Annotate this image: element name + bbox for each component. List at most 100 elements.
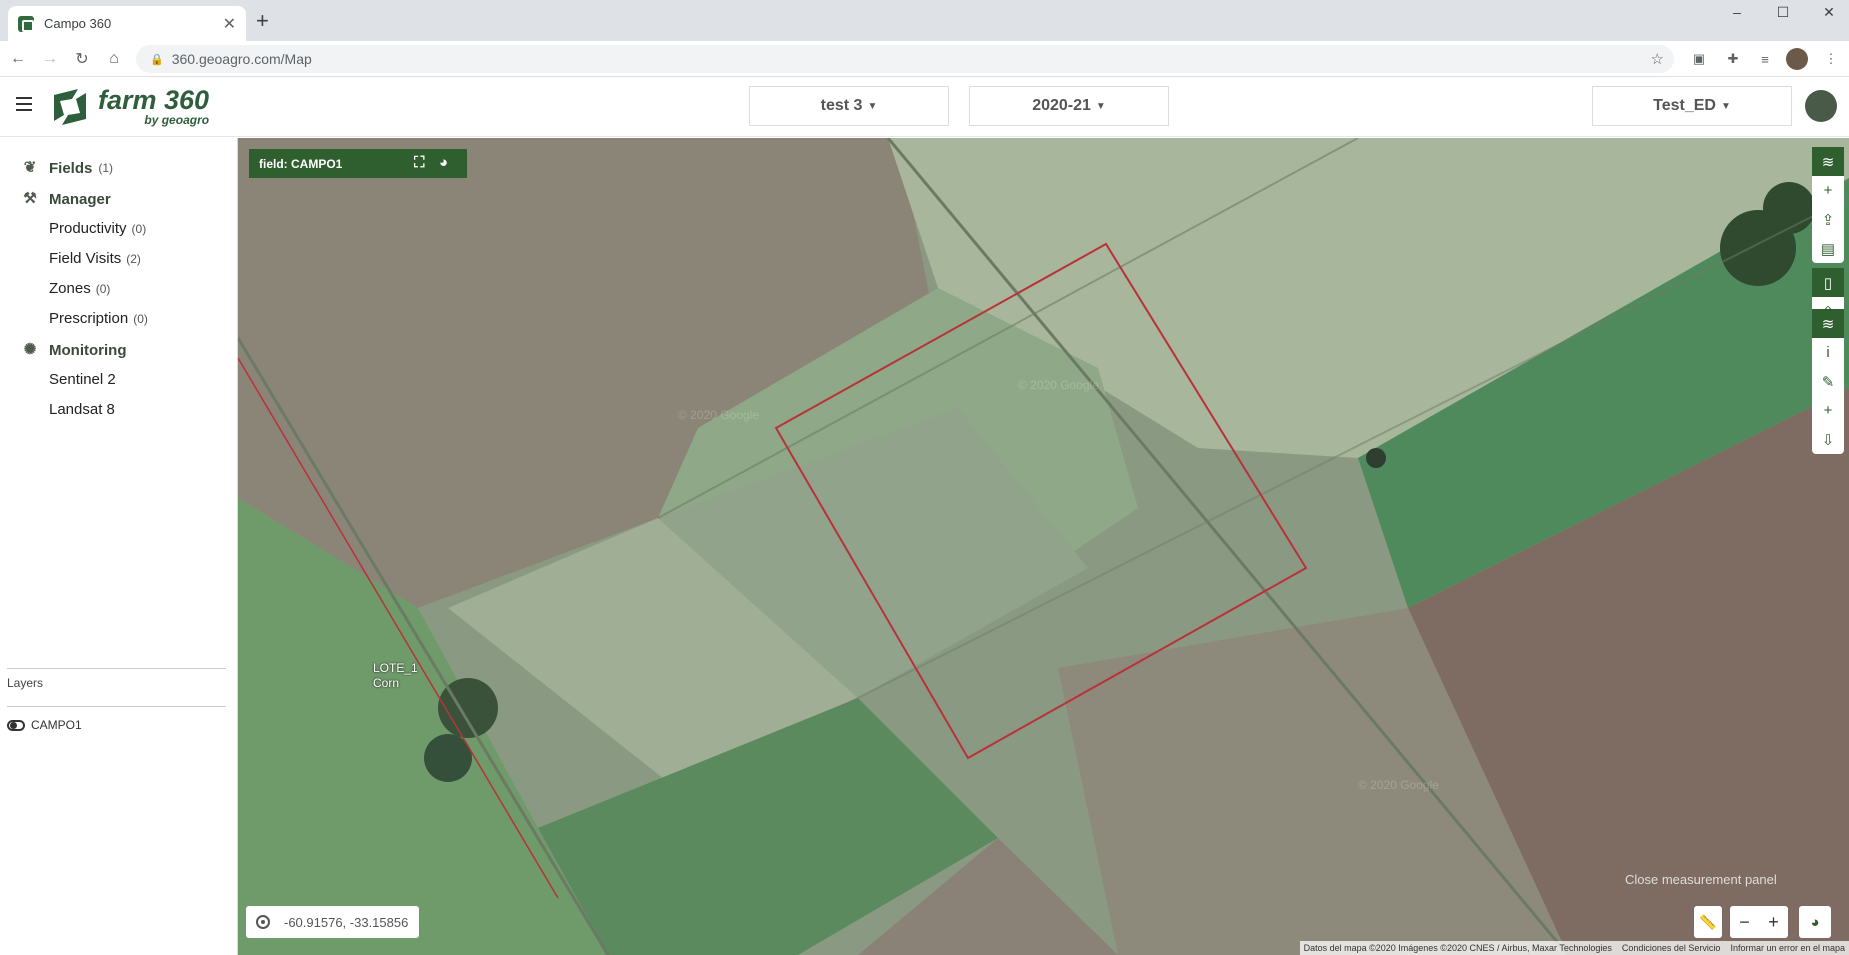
- terms-link[interactable]: Condiciones del Servicio: [1622, 943, 1721, 953]
- measure-ruler-button[interactable]: 📏: [1694, 906, 1722, 938]
- ruler-icon: 📏: [1699, 913, 1717, 930]
- sidebar-item-count: (1): [98, 161, 114, 175]
- layer-item-campo1[interactable]: CAMPO1: [7, 718, 82, 732]
- farm-dropdown-label: test 3: [820, 97, 863, 114]
- hamburger-menu-icon[interactable]: [16, 97, 32, 111]
- sprout-icon: ❦: [23, 159, 37, 176]
- toolbar-group-layers: ≋ i ✎ + ⇩: [1812, 309, 1844, 454]
- divider: [7, 706, 226, 707]
- sidebar-item-monitoring[interactable]: ✺ Monitoring: [20, 340, 127, 360]
- mobile-icon[interactable]: ▯: [1812, 268, 1844, 297]
- layers-title: Layers: [7, 676, 44, 690]
- sidebar-item-label: Manager: [49, 190, 111, 208]
- report-error-link[interactable]: Informar un error en el mapa: [1730, 943, 1845, 953]
- map-attribution: Datos del mapa ©2020 Imágenes ©2020 CNES…: [1299, 941, 1849, 955]
- puzzle-icon[interactable]: ✚: [1722, 48, 1744, 70]
- zoom-out-button[interactable]: −: [1739, 912, 1750, 933]
- divider: [7, 668, 226, 669]
- palette-icon: ◕: [1810, 913, 1820, 931]
- add-icon[interactable]: +: [1812, 176, 1844, 205]
- document-icon[interactable]: ▤: [1812, 234, 1844, 263]
- sidebar: ❦ Fields (1) ⚒ Manager Productivity (0) F…: [0, 138, 238, 955]
- close-window-button[interactable]: ✕: [1806, 0, 1849, 24]
- extension-icon[interactable]: ▣: [1688, 48, 1710, 70]
- season-dropdown[interactable]: 2020-21 ▼: [969, 86, 1169, 126]
- forward-icon[interactable]: →: [38, 47, 62, 71]
- sidebar-item-landsat-8[interactable]: Landsat 8: [49, 401, 115, 418]
- caret-down-icon: ▼: [1720, 100, 1731, 112]
- sidebar-item-label: Monitoring: [49, 341, 127, 359]
- basemap-palette-button[interactable]: ◕: [1799, 906, 1831, 938]
- reload-icon[interactable]: ↻: [70, 47, 94, 71]
- add-icon[interactable]: +: [1812, 396, 1844, 425]
- toolbar-group-fields: ≋ + ⇪ ▤: [1812, 147, 1844, 263]
- sidebar-item-sentinel-2[interactable]: Sentinel 2: [49, 371, 116, 388]
- logo-text: farm 360: [98, 85, 210, 115]
- sidebar-item-label: Productivity: [49, 220, 127, 237]
- farmer-icon: ⚒: [23, 190, 37, 207]
- coordinates-display[interactable]: -60.91576, -33.15856: [246, 906, 419, 938]
- sidebar-item-label: Prescription: [49, 310, 129, 327]
- caret-down-icon: ▼: [867, 100, 878, 112]
- fullscreen-icon[interactable]: ⛶: [414, 154, 425, 171]
- coordinates-text: -60.91576, -33.15856: [284, 914, 409, 930]
- sidebar-item-prescription[interactable]: Prescription (0): [49, 310, 148, 327]
- menu-kebab-icon[interactable]: ⋮: [1820, 48, 1842, 70]
- home-icon[interactable]: ⌂: [102, 47, 126, 71]
- sidebar-item-field-visits[interactable]: Field Visits (2): [49, 250, 141, 267]
- palette-icon[interactable]: ◕: [439, 154, 448, 171]
- maximize-button[interactable]: ☐: [1760, 0, 1806, 24]
- lock-icon: 🔒: [150, 53, 164, 66]
- farm-dropdown[interactable]: test 3 ▼: [749, 86, 949, 126]
- sidebar-item-manager[interactable]: ⚒ Manager: [20, 189, 111, 209]
- edit-pencil-icon[interactable]: ✎: [1812, 367, 1844, 396]
- layer-label: CAMPO1: [31, 718, 82, 732]
- url-text: 360.geoagro.com/Map: [171, 51, 312, 67]
- sidebar-item-count: (0): [131, 222, 147, 236]
- favicon-icon: [18, 15, 34, 32]
- back-icon[interactable]: ←: [6, 47, 30, 71]
- map-canvas[interactable]: © 2020 Google © 2020 Google © 2020 Googl…: [238, 138, 1849, 955]
- sidebar-item-productivity[interactable]: Productivity (0): [49, 220, 146, 237]
- user-dropdown[interactable]: Test_ED ▼: [1592, 86, 1792, 126]
- layers-icon[interactable]: ≋: [1812, 147, 1844, 176]
- close-tab-icon[interactable]: ✕: [223, 14, 236, 34]
- sidebar-item-label: Zones: [49, 280, 91, 297]
- sidebar-item-fields[interactable]: ❦ Fields (1): [20, 158, 113, 178]
- caret-down-icon: ▼: [1095, 100, 1106, 112]
- lot-name: LOTE_1: [373, 661, 418, 675]
- layer-toggle[interactable]: [7, 719, 25, 731]
- lot-label: LOTE_1 Corn: [373, 661, 418, 691]
- tab-title: Campo 360: [44, 16, 112, 31]
- close-measurement-panel[interactable]: Close measurement panel: [1625, 872, 1777, 887]
- logo[interactable]: farm 360 by geoagro: [48, 85, 209, 129]
- browser-tab[interactable]: Campo 360 ✕: [8, 6, 246, 41]
- crosshair-icon[interactable]: [254, 913, 272, 931]
- zoom-control: − +: [1730, 906, 1788, 938]
- address-bar-row: ← → ↻ ⌂ 🔒 360.geoagro.com/Map ☆ ▣ ✚ ≡ ⋮: [0, 41, 1849, 77]
- user-dropdown-label: Test_ED: [1653, 97, 1716, 114]
- app-header: farm 360 by geoagro test 3 ▼ 2020-21 ▼ Tes…: [0, 77, 1849, 137]
- sidebar-item-label: Landsat 8: [49, 401, 115, 418]
- sidebar-item-zones[interactable]: Zones (0): [49, 280, 110, 297]
- season-dropdown-label: 2020-21: [1032, 97, 1091, 114]
- minimize-button[interactable]: –: [1714, 0, 1760, 24]
- user-avatar[interactable]: [1805, 90, 1837, 122]
- sidebar-item-label: Fields: [49, 159, 93, 177]
- sidebar-item-count: (0): [133, 312, 148, 326]
- url-input[interactable]: 🔒 360.geoagro.com/Map ☆: [136, 45, 1674, 73]
- new-tab-button[interactable]: +: [256, 10, 269, 32]
- satellite-icon: ✺: [23, 341, 37, 358]
- info-icon[interactable]: i: [1812, 338, 1844, 367]
- profile-avatar[interactable]: [1786, 48, 1808, 70]
- upload-icon[interactable]: ⇪: [1812, 205, 1844, 234]
- satellite-imagery: [238, 138, 1849, 955]
- zoom-in-button[interactable]: +: [1768, 912, 1779, 933]
- media-icon[interactable]: ≡: [1754, 48, 1776, 70]
- lot-crop: Corn: [373, 676, 400, 690]
- download-icon[interactable]: ⇩: [1812, 425, 1844, 454]
- bookmark-star-icon[interactable]: ☆: [1651, 50, 1664, 68]
- sidebar-item-label: Field Visits: [49, 250, 122, 267]
- layers-icon[interactable]: ≋: [1812, 309, 1844, 338]
- sidebar-item-count: (0): [95, 282, 111, 296]
